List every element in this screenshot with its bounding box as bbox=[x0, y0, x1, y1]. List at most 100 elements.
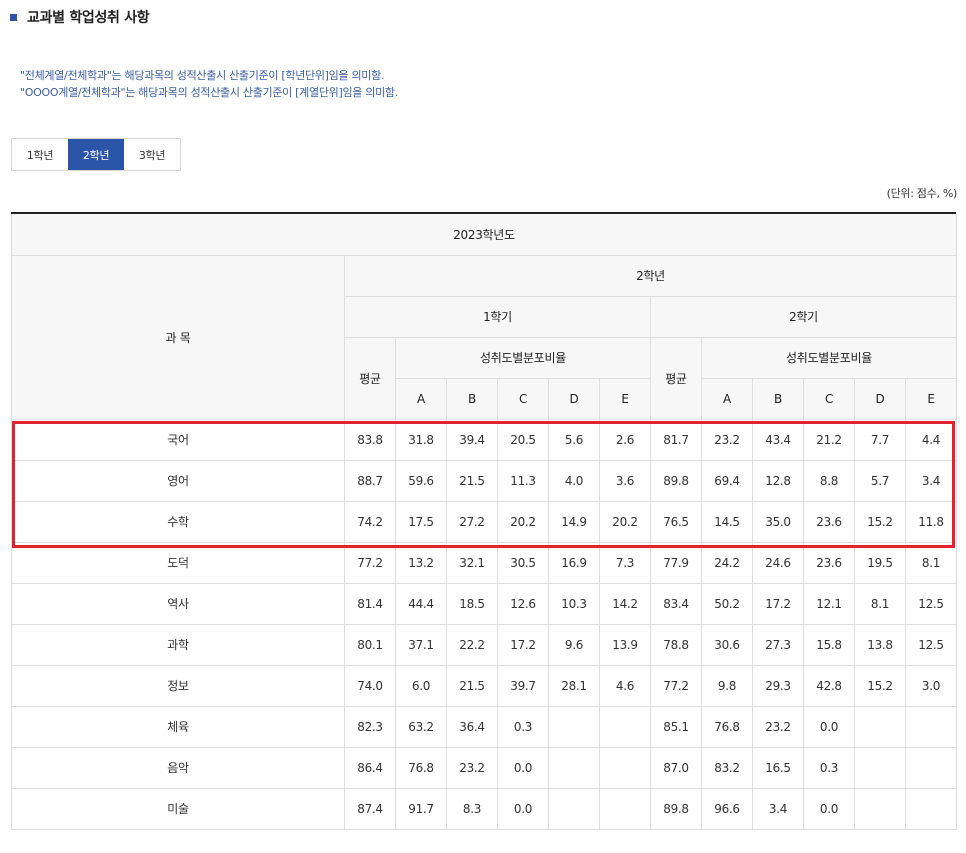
s2-ratio-cell: 42.8 bbox=[803, 664, 855, 707]
s1-ratio-cell: 31.8 bbox=[395, 418, 447, 461]
s2-ratio-cell: 9.8 bbox=[701, 664, 753, 707]
s2-ratio-cell: 0.0 bbox=[803, 705, 855, 748]
achievement-table: 2023학년도 과 목 2학년 1학기 2학기 평균 성취도별분포비율 평균 성… bbox=[11, 214, 957, 830]
s1-ratio-cell: 11.3 bbox=[497, 459, 549, 502]
s1-average-cell: 80.1 bbox=[344, 623, 396, 666]
tab-grade-1[interactable]: 1학년 bbox=[12, 139, 68, 170]
square-bullet-icon bbox=[10, 13, 17, 21]
s2-average-cell: 89.8 bbox=[650, 787, 702, 830]
subject-cell: 국어 bbox=[11, 418, 345, 461]
s1-ratio-cell: 3.6 bbox=[599, 459, 651, 502]
s2-ratio-cell: 83.2 bbox=[701, 746, 753, 789]
subject-cell: 정보 bbox=[11, 664, 345, 707]
s2-level-d: D bbox=[854, 377, 906, 420]
s2-ratio-cell: 24.6 bbox=[752, 541, 804, 584]
s2-ratio-cell bbox=[905, 787, 957, 830]
s1-ratio-cell: 39.7 bbox=[497, 664, 549, 707]
s2-ratio-cell: 29.3 bbox=[752, 664, 804, 707]
s1-ratio-cell: 5.6 bbox=[548, 418, 600, 461]
s2-ratio-cell: 8.1 bbox=[905, 541, 957, 584]
s2-average-cell: 77.9 bbox=[650, 541, 702, 584]
s2-ratio-cell: 24.2 bbox=[701, 541, 753, 584]
s1-ratio-cell bbox=[548, 787, 600, 830]
unit-label: (단위: 점수, %) bbox=[886, 187, 958, 200]
table-row: 도덕 77.2 13.2 32.1 30.5 16.9 7.3 77.9 24.2 24.6 23.… bbox=[11, 541, 957, 584]
s2-ratio-cell: 12.1 bbox=[803, 582, 855, 625]
subject-cell: 미술 bbox=[11, 787, 345, 830]
s2-ratio-cell: 12.5 bbox=[905, 582, 957, 625]
s2-ratio-cell bbox=[854, 787, 906, 830]
s2-ratio-cell bbox=[854, 746, 906, 789]
s1-ratio-cell: 13.9 bbox=[599, 623, 651, 666]
s1-ratio-cell bbox=[548, 705, 600, 748]
s1-ratio-cell: 20.2 bbox=[599, 500, 651, 543]
note-line: "전체계열/전체학과"는 해당과목의 성적산출시 산출기준이 [학년단위]임을 … bbox=[20, 69, 385, 82]
s2-average-cell: 85.1 bbox=[650, 705, 702, 748]
s2-ratio-cell: 8.1 bbox=[854, 582, 906, 625]
s1-ratio-cell: 37.1 bbox=[395, 623, 447, 666]
s1-average-cell: 82.3 bbox=[344, 705, 396, 748]
s2-average-cell: 83.4 bbox=[650, 582, 702, 625]
s2-level-b: B bbox=[752, 377, 804, 420]
s1-ratio-cell: 20.5 bbox=[497, 418, 549, 461]
s1-average-cell: 74.2 bbox=[344, 500, 396, 543]
s2-level-c: C bbox=[803, 377, 855, 420]
s1-average-cell: 86.4 bbox=[344, 746, 396, 789]
s2-level-a: A bbox=[701, 377, 753, 420]
s2-ratio-cell: 3.4 bbox=[752, 787, 804, 830]
s1-ratio-cell: 21.5 bbox=[446, 459, 498, 502]
s1-distribution-header: 성취도별분포비율 bbox=[395, 336, 651, 379]
s1-ratio-cell: 12.6 bbox=[497, 582, 549, 625]
s2-average-cell: 81.7 bbox=[650, 418, 702, 461]
s2-ratio-cell bbox=[854, 705, 906, 748]
s1-ratio-cell: 14.9 bbox=[548, 500, 600, 543]
s1-average-cell: 77.2 bbox=[344, 541, 396, 584]
s1-ratio-cell: 22.2 bbox=[446, 623, 498, 666]
s2-ratio-cell: 0.0 bbox=[803, 787, 855, 830]
s2-ratio-cell: 15.2 bbox=[854, 664, 906, 707]
tab-grade-3[interactable]: 3학년 bbox=[124, 139, 180, 170]
s2-average-cell: 78.8 bbox=[650, 623, 702, 666]
table-row: 정보 74.0 6.0 21.5 39.7 28.1 4.6 77.2 9.8 29.3 42.8 1… bbox=[11, 664, 957, 707]
s1-level-e: E bbox=[599, 377, 651, 420]
s2-ratio-cell: 0.3 bbox=[803, 746, 855, 789]
s2-ratio-cell: 15.8 bbox=[803, 623, 855, 666]
year-header: 2023학년도 bbox=[11, 214, 957, 256]
s1-ratio-cell: 6.0 bbox=[395, 664, 447, 707]
note-line: "OOOO계열/전체학과"는 해당과목의 성적산출시 산출기준이 [계열단위]임… bbox=[20, 86, 398, 99]
s2-level-e: E bbox=[905, 377, 957, 420]
s1-ratio-cell bbox=[599, 705, 651, 748]
s1-ratio-cell: 27.2 bbox=[446, 500, 498, 543]
s2-ratio-cell: 76.8 bbox=[701, 705, 753, 748]
s1-ratio-cell: 91.7 bbox=[395, 787, 447, 830]
s1-ratio-cell: 76.8 bbox=[395, 746, 447, 789]
s1-ratio-cell: 10.3 bbox=[548, 582, 600, 625]
s1-average-cell: 81.4 bbox=[344, 582, 396, 625]
tab-grade-2[interactable]: 2학년 bbox=[68, 139, 124, 170]
subject-cell: 체육 bbox=[11, 705, 345, 748]
s2-ratio-cell bbox=[905, 746, 957, 789]
s2-ratio-cell: 3.4 bbox=[905, 459, 957, 502]
s2-ratio-cell: 21.2 bbox=[803, 418, 855, 461]
s1-level-a: A bbox=[395, 377, 447, 420]
s1-ratio-cell: 18.5 bbox=[446, 582, 498, 625]
s2-average-cell: 77.2 bbox=[650, 664, 702, 707]
s1-average-cell: 83.8 bbox=[344, 418, 396, 461]
s1-ratio-cell bbox=[599, 746, 651, 789]
s1-ratio-cell: 39.4 bbox=[446, 418, 498, 461]
s2-ratio-cell: 17.2 bbox=[752, 582, 804, 625]
s1-ratio-cell: 36.4 bbox=[446, 705, 498, 748]
s1-ratio-cell: 8.3 bbox=[446, 787, 498, 830]
s2-ratio-cell: 15.2 bbox=[854, 500, 906, 543]
s2-ratio-cell: 13.8 bbox=[854, 623, 906, 666]
s1-ratio-cell: 59.6 bbox=[395, 459, 447, 502]
s1-ratio-cell: 14.2 bbox=[599, 582, 651, 625]
s1-ratio-cell: 44.4 bbox=[395, 582, 447, 625]
s1-ratio-cell bbox=[599, 787, 651, 830]
s1-ratio-cell: 13.2 bbox=[395, 541, 447, 584]
s2-ratio-cell: 69.4 bbox=[701, 459, 753, 502]
s1-ratio-cell: 30.5 bbox=[497, 541, 549, 584]
subject-cell: 영어 bbox=[11, 459, 345, 502]
s1-ratio-cell: 9.6 bbox=[548, 623, 600, 666]
s1-ratio-cell: 2.6 bbox=[599, 418, 651, 461]
